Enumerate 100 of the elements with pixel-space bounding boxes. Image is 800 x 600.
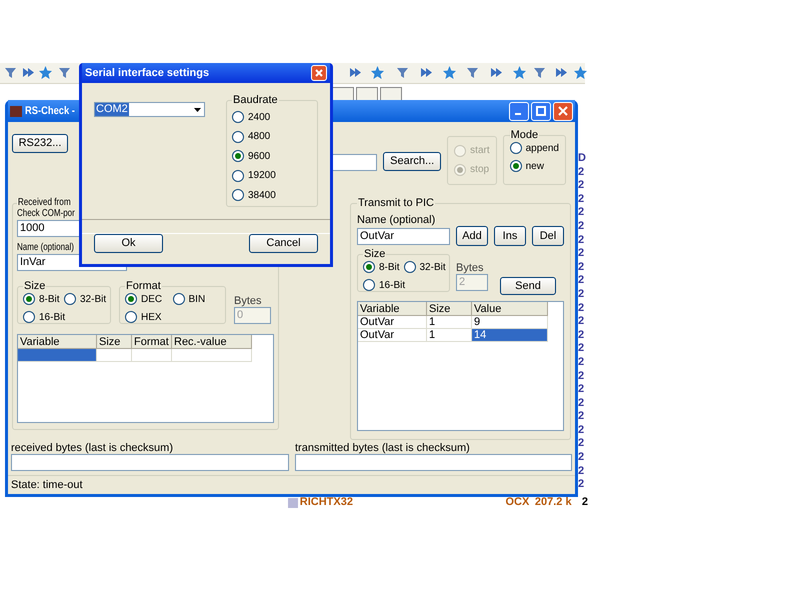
arrow-icon[interactable] — [418, 65, 433, 80]
list-text: 2 — [582, 495, 588, 510]
column-header[interactable]: Size — [427, 302, 472, 316]
dialog-title: Serial interface settings — [85, 66, 210, 81]
radio-button[interactable]: new — [510, 159, 559, 173]
column-header[interactable]: Format — [132, 335, 172, 349]
table-cell[interactable]: 1 — [427, 329, 472, 342]
column-header[interactable]: Value — [472, 302, 548, 316]
close-icon — [315, 69, 323, 77]
group-title: Format — [125, 281, 162, 292]
table-cell[interactable] — [172, 349, 252, 362]
list-text: 2 — [578, 424, 586, 438]
radio-button[interactable]: 16-Bit — [23, 310, 64, 324]
column-header[interactable]: Size — [97, 335, 132, 349]
button[interactable]: Cancel — [249, 234, 318, 253]
input-field[interactable] — [11, 454, 289, 471]
list-text: 2 — [578, 179, 586, 193]
column-header[interactable]: Variable — [18, 335, 97, 349]
list-text: 2 — [578, 342, 586, 356]
funnel-icon[interactable] — [3, 65, 18, 80]
star-icon[interactable] — [38, 65, 53, 80]
radio-button[interactable]: HEX — [125, 310, 172, 324]
table-cell[interactable]: 14 — [472, 329, 548, 342]
radio-button[interactable]: 2400 — [232, 110, 312, 124]
list-text: 2 — [578, 437, 586, 452]
button[interactable]: Send — [500, 277, 556, 295]
radio-button[interactable]: 8-Bit — [23, 292, 64, 306]
arrow-icon[interactable] — [347, 65, 362, 80]
list-text: 2 — [578, 192, 586, 206]
list-text: 2 — [578, 356, 586, 370]
radio-button[interactable]: DEC — [125, 292, 172, 306]
list-text: 2 — [578, 315, 586, 329]
file-type: OCX — [505, 495, 530, 510]
table-cell[interactable] — [97, 349, 132, 362]
radio-button[interactable]: 38400 — [232, 188, 312, 202]
maximize-button[interactable] — [531, 102, 551, 120]
radio-button[interactable]: append — [510, 141, 559, 155]
radio-button[interactable]: BIN — [172, 292, 220, 306]
table-cell[interactable]: OutVar — [358, 316, 427, 329]
close-button[interactable] — [311, 65, 327, 81]
funnel-icon[interactable] — [532, 65, 547, 80]
table-cell[interactable]: 9 — [472, 316, 548, 329]
button[interactable]: Del — [532, 226, 564, 246]
file-name[interactable]: RICHTX32 — [300, 494, 506, 511]
button[interactable]: Ok — [94, 234, 163, 253]
star-icon[interactable] — [573, 65, 588, 80]
file-size: 207.2 k — [534, 495, 573, 510]
button[interactable]: Ins — [494, 226, 526, 246]
radio-button[interactable]: 16-Bit — [363, 278, 404, 292]
minimize-icon — [514, 113, 520, 115]
radio-button[interactable]: 9600 — [232, 149, 312, 163]
radio-button[interactable]: 32-Bit — [404, 260, 444, 274]
button[interactable]: Search... — [383, 152, 442, 171]
star-icon[interactable] — [370, 65, 385, 80]
funnel-icon[interactable] — [57, 65, 72, 80]
status-text: State: time-out — [11, 478, 83, 493]
column-header[interactable]: Variable — [358, 302, 427, 316]
arrow-icon[interactable] — [20, 65, 35, 80]
radio-button[interactable]: 32-Bit — [64, 292, 105, 306]
funnel-icon[interactable] — [395, 65, 410, 80]
field-label: Bytes — [234, 295, 263, 307]
close-button[interactable] — [553, 102, 573, 120]
star-icon[interactable] — [512, 65, 527, 80]
list-text: 2 — [578, 396, 586, 410]
field-label: Bytes — [456, 262, 485, 274]
minimize-button[interactable] — [509, 102, 529, 120]
list-text: 2 — [578, 247, 586, 261]
list-text: 2 — [578, 166, 586, 180]
group-title: Size — [23, 281, 46, 292]
table-cell[interactable] — [132, 349, 172, 362]
radio-button[interactable]: 4800 — [232, 130, 312, 144]
radio-button[interactable]: 19200 — [232, 168, 312, 182]
arrow-icon[interactable] — [553, 65, 568, 80]
radio-button[interactable]: 8-Bit — [363, 260, 404, 274]
star-icon[interactable] — [442, 65, 457, 80]
list-text: 2 — [578, 370, 586, 384]
dropdown[interactable]: COM2 — [94, 102, 205, 117]
group-title: Size — [363, 249, 386, 260]
group-title: Baudrate — [232, 95, 279, 106]
input-field[interactable]: OutVar — [357, 228, 450, 244]
window-title: RS-Check - — [25, 104, 75, 119]
file-icon — [288, 498, 298, 508]
table-cell[interactable]: 1 — [427, 316, 472, 329]
list-text: 2 — [578, 260, 586, 274]
list-text: 2 — [578, 274, 586, 288]
arrow-icon[interactable] — [488, 65, 503, 80]
list-text: 2 — [578, 464, 586, 478]
button[interactable]: Add — [456, 226, 488, 246]
table-cell[interactable]: OutVar — [358, 329, 427, 342]
maximize-icon — [536, 106, 546, 116]
list-text: 2 — [578, 288, 586, 302]
column-header[interactable]: Rec.-value — [172, 335, 252, 349]
funnel-icon[interactable] — [465, 65, 480, 80]
field-label: Name (optional) — [357, 214, 436, 226]
list-text: 2 — [578, 234, 586, 248]
button[interactable]: RS232... — [12, 134, 68, 153]
list-text: 2 — [578, 451, 586, 465]
table-cell[interactable] — [18, 349, 97, 362]
list-text: 2 — [578, 478, 586, 492]
input-field[interactable] — [295, 454, 572, 471]
